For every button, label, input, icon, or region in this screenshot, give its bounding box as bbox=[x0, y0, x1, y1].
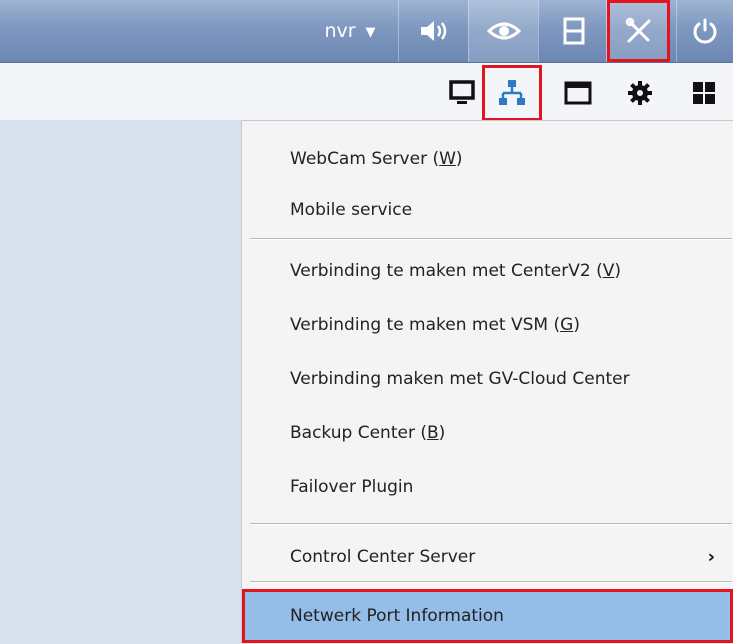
power-icon bbox=[693, 18, 717, 44]
monitor-icon bbox=[449, 80, 475, 104]
film-icon bbox=[563, 17, 584, 45]
menu-item-label: Verbinding te maken met CenterV2 bbox=[290, 261, 591, 281]
layout-button[interactable] bbox=[675, 65, 733, 121]
window-icon bbox=[564, 81, 592, 105]
sub-toolbar bbox=[0, 63, 733, 121]
menu-item-label: Verbinding te maken met VSM bbox=[290, 315, 549, 335]
playback-button[interactable] bbox=[538, 0, 608, 62]
gear-icon bbox=[628, 81, 652, 105]
network-button[interactable] bbox=[482, 65, 542, 121]
menu-separator bbox=[250, 581, 732, 583]
menu-item-shortcut: W bbox=[439, 149, 456, 169]
menu-item-backup-center[interactable]: Backup Center (B) bbox=[242, 406, 733, 460]
menu-item-label: Failover Plugin bbox=[290, 477, 414, 497]
settings-button[interactable] bbox=[610, 65, 670, 121]
user-dropdown[interactable]: nvr ▼ bbox=[302, 0, 398, 62]
window-button[interactable] bbox=[548, 65, 608, 121]
menu-item-label: Control Center Server bbox=[290, 547, 476, 567]
menu-item-label: Mobile service bbox=[290, 200, 413, 220]
menu-item-label: WebCam Server bbox=[290, 149, 428, 169]
menu-item-shortcut: B bbox=[426, 423, 439, 443]
menu-item-netwerk-port-information[interactable]: Netwerk Port Information bbox=[242, 589, 733, 643]
eye-icon bbox=[486, 22, 521, 40]
menu-item-label: Netwerk Port Information bbox=[290, 606, 504, 626]
volume-icon bbox=[420, 21, 446, 41]
menu-separator bbox=[250, 523, 732, 525]
menu-item-centerv2[interactable]: Verbinding te maken met CenterV2 (V) bbox=[242, 244, 733, 298]
menu-item-label: Verbinding maken met GV-Cloud Center bbox=[290, 369, 630, 389]
menu-item-vsm[interactable]: Verbinding te maken met VSM (G) bbox=[242, 298, 733, 352]
chevron-right-icon: › bbox=[707, 546, 715, 568]
menu-item-shortcut: G bbox=[560, 315, 574, 335]
menu-item-webcam-server[interactable]: WebCam Server (W) bbox=[242, 132, 733, 186]
grid-icon bbox=[693, 82, 715, 104]
power-button[interactable] bbox=[676, 0, 733, 62]
top-toolbar: nvr ▼ bbox=[0, 0, 733, 63]
network-menu: WebCam Server (W) Mobile service Verbind… bbox=[241, 120, 733, 644]
view-button[interactable] bbox=[468, 0, 538, 62]
menu-item-gv-cloud-center[interactable]: Verbinding maken met GV-Cloud Center bbox=[242, 352, 733, 406]
menu-item-label: Backup Center bbox=[290, 423, 415, 443]
menu-item-shortcut: V bbox=[602, 261, 615, 281]
menu-item-control-center-server[interactable]: Control Center Server › bbox=[242, 530, 733, 584]
network-icon bbox=[499, 80, 525, 105]
menu-item-failover-plugin[interactable]: Failover Plugin bbox=[242, 460, 733, 514]
menu-separator bbox=[250, 238, 732, 240]
menu-item-mobile-service[interactable]: Mobile service bbox=[242, 183, 733, 237]
tools-button[interactable] bbox=[606, 0, 670, 62]
user-name: nvr bbox=[324, 20, 356, 42]
tools-icon bbox=[625, 17, 650, 43]
volume-button[interactable] bbox=[398, 0, 468, 62]
chevron-down-icon: ▼ bbox=[365, 24, 376, 40]
